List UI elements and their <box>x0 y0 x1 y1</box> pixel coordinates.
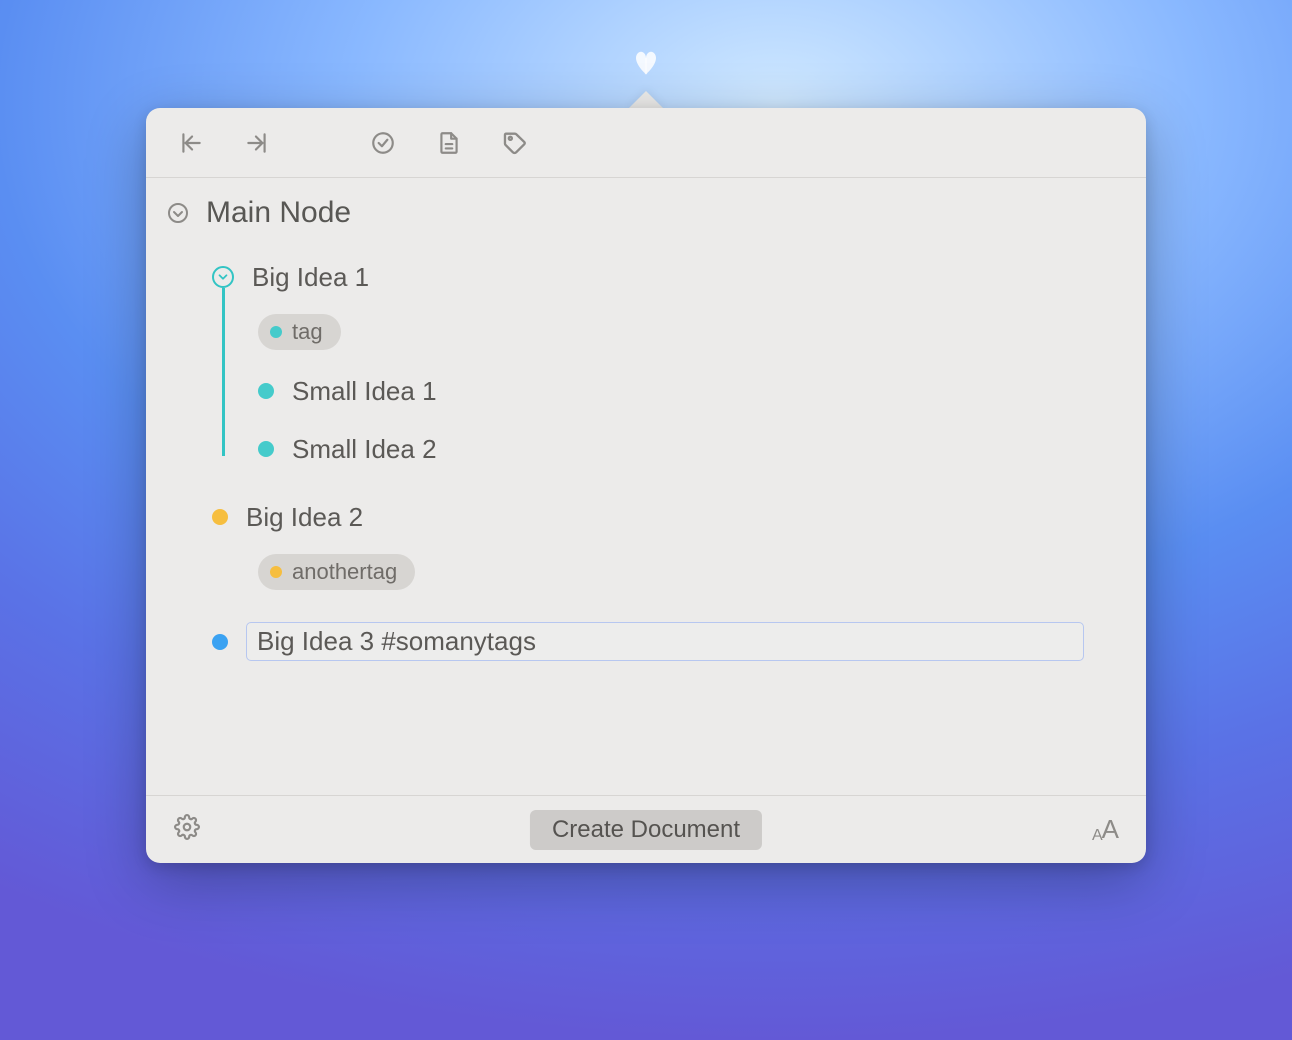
toolbar <box>146 108 1146 178</box>
collapse-icon[interactable] <box>164 199 192 227</box>
node-big-idea-2[interactable]: Big Idea 2 <box>212 492 1128 542</box>
bullet-icon <box>212 509 228 525</box>
bullet-icon <box>258 441 274 457</box>
node-label[interactable]: Big Idea 1 <box>252 262 369 293</box>
node-big-idea-3[interactable] <box>212 622 1128 661</box>
tree-connector-line <box>222 288 225 456</box>
text-size-small-a: A <box>1092 827 1102 845</box>
collapse-teal-icon[interactable] <box>212 266 234 288</box>
node-small-idea-1[interactable]: Small Idea 1 <box>258 362 1128 420</box>
tag-button[interactable] <box>500 128 530 158</box>
popover-beak <box>628 91 664 109</box>
node-edit-input[interactable] <box>246 622 1084 661</box>
complete-button[interactable] <box>368 128 398 158</box>
text-size-big-a: A <box>1102 814 1118 845</box>
popover-window: Main Node Big Idea 1 tag <box>146 108 1146 863</box>
tag-label: tag <box>292 319 323 345</box>
node-label[interactable]: Small Idea 1 <box>292 376 437 407</box>
node-big-idea-2-section: Big Idea 2 anothertag <box>198 492 1128 602</box>
bullet-icon <box>258 383 274 399</box>
tag-pill[interactable]: tag <box>258 314 341 350</box>
node-big-idea-1-section: Big Idea 1 tag Small Idea 1 Small Idea 2 <box>198 252 1128 478</box>
outdent-button[interactable] <box>176 128 206 158</box>
create-document-button[interactable]: Create Document <box>530 810 762 850</box>
bullet-icon <box>212 634 228 650</box>
note-button[interactable] <box>434 128 464 158</box>
tag-label: anothertag <box>292 559 397 585</box>
tag-pill[interactable]: anothertag <box>258 554 415 590</box>
app-logo-icon <box>631 48 661 78</box>
root-title[interactable]: Main Node <box>206 196 351 230</box>
footer: Create Document AA <box>146 795 1146 863</box>
indent-button[interactable] <box>242 128 272 158</box>
outline-content: Main Node Big Idea 1 tag <box>146 178 1146 795</box>
node-label[interactable]: Big Idea 2 <box>246 502 363 533</box>
node-small-idea-2[interactable]: Small Idea 2 <box>258 420 1128 478</box>
settings-button[interactable] <box>174 814 200 845</box>
text-size-button[interactable]: AA <box>1092 814 1118 845</box>
tag-dot-icon <box>270 566 282 578</box>
node-big-idea-1[interactable]: Big Idea 1 <box>212 252 1128 302</box>
tag-dot-icon <box>270 326 282 338</box>
root-node[interactable]: Main Node <box>164 196 1128 230</box>
node-label[interactable]: Small Idea 2 <box>292 434 437 465</box>
